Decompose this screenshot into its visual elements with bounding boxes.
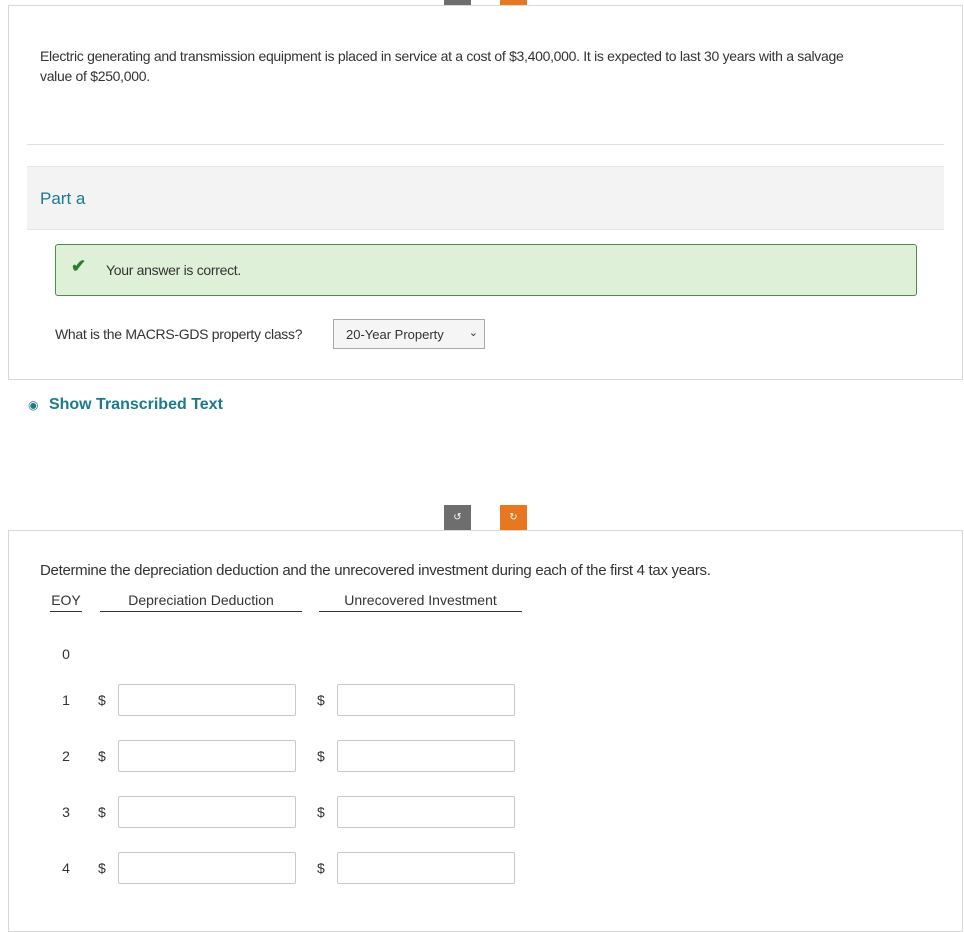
eoy-1: 1 <box>62 692 70 708</box>
eoy-3: 3 <box>62 804 70 820</box>
currency-symbol: $ <box>317 748 325 764</box>
undo-button[interactable]: ↺ <box>444 505 471 530</box>
show-transcribed-label: Show Transcribed Text <box>48 396 223 413</box>
unrecovered-input-2[interactable] <box>337 740 515 772</box>
refresh-icon: ↻ <box>509 512 518 523</box>
currency-symbol: $ <box>98 692 106 708</box>
redo-tab[interactable] <box>500 0 527 5</box>
select-value: 20-Year Property <box>346 327 444 342</box>
depreciation-input-3[interactable] <box>118 796 296 828</box>
part-a-header: Part a <box>27 166 944 230</box>
header-unrecovered: Unrecovered Investment <box>319 592 522 612</box>
problem-text-line1: Electric generating and transmission equ… <box>40 48 844 64</box>
divider <box>27 144 944 145</box>
property-class-select[interactable]: 20-Year Property ⌄ <box>333 319 485 349</box>
eoy-0: 0 <box>62 646 70 662</box>
depreciation-input-1[interactable] <box>118 684 296 716</box>
checkmark-icon: ✔ <box>71 256 87 276</box>
currency-symbol: $ <box>317 804 325 820</box>
question-label: What is the MACRS-GDS property class? <box>55 326 303 342</box>
eoy-4: 4 <box>62 860 70 876</box>
unrecovered-input-1[interactable] <box>337 684 515 716</box>
instruction-text: Determine the depreciation deduction and… <box>40 562 711 579</box>
show-transcribed-text-link[interactable]: ◉ Show Transcribed Text <box>28 396 223 414</box>
eye-icon: ◉ <box>28 398 39 412</box>
part-a-title: Part a <box>40 189 86 208</box>
success-message: ✔ Your answer is correct. <box>55 244 917 296</box>
undo-tab[interactable] <box>444 0 471 5</box>
depreciation-input-2[interactable] <box>118 740 296 772</box>
eoy-2: 2 <box>62 748 70 764</box>
header-depreciation: Depreciation Deduction <box>100 592 302 612</box>
unrecovered-input-3[interactable] <box>337 796 515 828</box>
feedback-text: Your answer is correct. <box>106 262 241 278</box>
currency-symbol: $ <box>98 804 106 820</box>
problem-text-line2: value of $250,000. <box>40 68 150 84</box>
currency-symbol: $ <box>98 748 106 764</box>
header-eoy: EOY <box>50 592 82 612</box>
depreciation-input-4[interactable] <box>118 852 296 884</box>
redo-button[interactable]: ↻ <box>500 505 527 530</box>
currency-symbol: $ <box>317 692 325 708</box>
unrecovered-input-4[interactable] <box>337 852 515 884</box>
chevron-down-icon: ⌄ <box>468 327 478 339</box>
currency-symbol: $ <box>317 860 325 876</box>
currency-symbol: $ <box>98 860 106 876</box>
undo-icon: ↺ <box>453 512 462 523</box>
